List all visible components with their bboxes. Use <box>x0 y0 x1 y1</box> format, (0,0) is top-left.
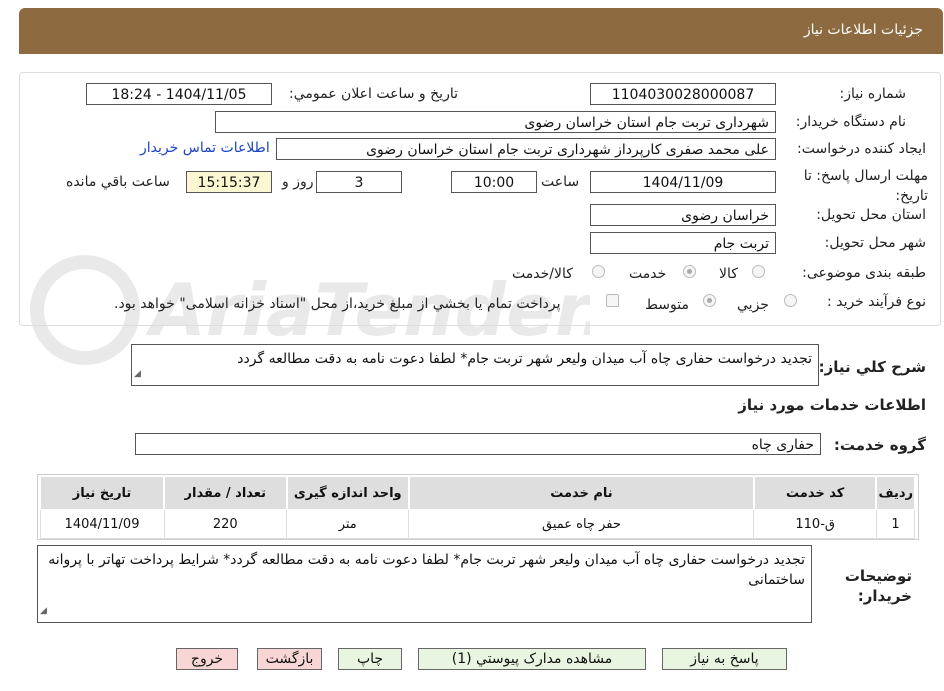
days-label: روز و <box>282 174 314 190</box>
category-both-radio[interactable] <box>592 265 605 278</box>
purchase-minor-label: جزيي <box>737 297 769 313</box>
services-section-title: اطلاعات خدمات مورد نياز <box>738 396 926 414</box>
treasury-checkbox[interactable] <box>606 294 619 307</box>
remaining-time-field: 15:15:37 <box>186 171 272 193</box>
buyer-contact-link[interactable]: اطلاعات تماس خريدار <box>140 140 270 156</box>
category-both-label: كالا/خدمت <box>512 266 573 282</box>
days-field: 3 <box>316 171 402 193</box>
resize-handle-icon[interactable]: ◢ <box>40 601 47 621</box>
need-number-label: شماره نیاز: <box>839 86 907 102</box>
back-button[interactable]: بازگشت <box>257 648 322 670</box>
col-index-header: رديف <box>875 476 916 510</box>
page-title: جزئیات اطلاعات نیاز <box>803 22 923 38</box>
city-label: شهر محل تحويل: <box>824 235 926 251</box>
summary-textarea[interactable]: تجدید درخواست حفاری چاه آب میدان ولیعر ش… <box>131 344 819 386</box>
row-qty: 220 <box>163 509 288 539</box>
buyer-notes-label: توضيحات خريدار: <box>844 567 912 605</box>
deadline-time-field: 10:00 <box>451 171 537 193</box>
need-number-field: 1104030028000087 <box>590 83 776 105</box>
view-attachments-button[interactable]: مشاهده مدارک پيوستي (1) <box>418 648 646 670</box>
category-goods-label: كالا <box>719 266 738 282</box>
category-service-label: خدمت <box>629 266 667 282</box>
reply-button[interactable]: پاسخ به نياز <box>662 648 787 670</box>
purchase-medium-label: متوسط <box>645 297 689 313</box>
category-service-radio[interactable] <box>683 265 696 278</box>
buyer-notes-text: تجدید درخواست حفاری چاه آب میدان ولیعر ش… <box>48 552 805 588</box>
remaining-label: ساعت باقي مانده <box>66 174 170 190</box>
payment-note: پرداخت تمام يا بخشي از مبلغ خريد،از محل … <box>114 296 561 312</box>
row-code: ق-110 <box>753 509 877 539</box>
purchase-type-label: نوع فرآیند خرید : <box>827 294 926 310</box>
requester-label: ايجاد كننده درخواست: <box>797 141 926 157</box>
col-code-header: كد خدمت <box>752 476 877 510</box>
print-button[interactable]: چاپ <box>338 648 402 670</box>
service-group-label: گروه خدمت: <box>833 436 926 454</box>
announce-field: 1404/11/05 - 18:24 <box>86 83 272 105</box>
requester-field: علی محمد صفری کارپرداز شهرداری تربت جام … <box>276 138 776 160</box>
page-header: جزئیات اطلاعات نیاز <box>19 8 943 54</box>
row-unit: متر <box>286 509 410 539</box>
deadline-time-label: ساعت <box>541 174 580 190</box>
resize-handle-icon[interactable]: ◢ <box>134 364 141 384</box>
row-name: حفر چاه عمیق <box>408 509 755 539</box>
col-date-header: تاريخ نياز <box>38 476 165 510</box>
province-field: خراسان رضوی <box>590 204 776 226</box>
deadline-date-field: 1404/11/09 <box>590 171 776 193</box>
buyer-org-label: نام دستگاه خريدار: <box>795 114 906 130</box>
row-index: 1 <box>875 509 916 539</box>
buyer-org-field: شهرداری تربت جام استان خراسان رضوی <box>215 111 776 133</box>
announce-label: تاریخ و ساعت اعلان عمومي: <box>289 86 458 102</box>
buyer-notes-textarea[interactable]: تجدید درخواست حفاری چاه آب میدان ولیعر ش… <box>37 545 812 623</box>
summary-label: شرح كلي نياز: <box>818 358 926 376</box>
col-unit-header: واحد اندازه گيری <box>285 476 410 510</box>
exit-button[interactable]: خروج <box>176 648 238 670</box>
col-qty-header: تعداد / مقدار <box>163 476 288 510</box>
summary-text: تجدید درخواست حفاری چاه آب میدان ولیعر ش… <box>237 351 812 367</box>
table-row: 1 ق-110 حفر چاه عمیق متر 220 1404/11/09 <box>39 509 916 539</box>
service-group-field: حفاری چاه <box>135 433 821 455</box>
category-goods-radio[interactable] <box>752 265 765 278</box>
deadline-label: مهلت ارسال پاسخ: تا تاریخ: <box>803 168 928 204</box>
services-table: رديف كد خدمت نام خدمت واحد اندازه گيری ت… <box>38 476 916 539</box>
purchase-medium-radio[interactable] <box>703 294 716 307</box>
row-date: 1404/11/09 <box>39 509 165 539</box>
province-label: استان محل تحويل: <box>816 207 926 223</box>
table-header-row: رديف كد خدمت نام خدمت واحد اندازه گيری ت… <box>38 476 916 510</box>
col-name-header: نام خدمت <box>407 476 755 510</box>
city-field: تربت جام <box>590 232 776 254</box>
category-label: طبقه بندی موضوعی: <box>802 265 926 281</box>
purchase-minor-radio[interactable] <box>784 294 797 307</box>
